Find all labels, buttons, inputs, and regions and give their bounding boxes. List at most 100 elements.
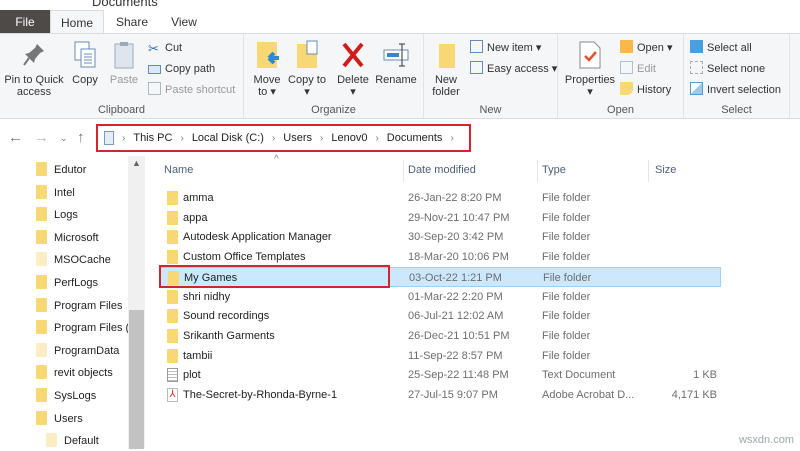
file-type: File folder: [542, 231, 591, 244]
tab-view[interactable]: View: [160, 10, 208, 34]
watermark: wsxdn.com: [738, 434, 794, 446]
file-row[interactable]: tambii 11-Sep-22 8:57 PM File folder: [160, 346, 721, 366]
file-row[interactable]: plot 25-Sep-22 11:48 PM Text Document 1 KB: [160, 365, 721, 385]
paste-shortcut-icon: [148, 82, 161, 95]
forward-arrow-icon[interactable]: →: [34, 129, 49, 146]
open-button[interactable]: Open ▾: [620, 40, 673, 56]
invert-selection-button[interactable]: Invert selection: [690, 82, 781, 98]
file-row[interactable]: Sound recordings 06-Jul-21 12:02 AM File f…: [160, 306, 721, 326]
pin-to-quick-access-button[interactable]: Pin to Quick access: [2, 40, 66, 98]
breadcrumb-users[interactable]: Users: [283, 132, 312, 144]
copy-path-icon: [148, 65, 161, 74]
move-to-button[interactable]: Move to ▾: [248, 40, 286, 98]
back-arrow-icon[interactable]: ←: [8, 129, 23, 146]
recent-locations-chevron-icon[interactable]: ⌄: [60, 133, 68, 144]
tab-share[interactable]: Share: [108, 10, 156, 34]
sidebar-item[interactable]: SysLogs: [36, 386, 128, 406]
copy-button[interactable]: Copy: [68, 40, 102, 86]
sidebar-item[interactable]: Logs: [36, 205, 128, 225]
chevron-right-icon[interactable]: ›: [375, 133, 378, 144]
file-date: 18-Mar-20 10:06 PM: [408, 251, 509, 264]
file-type: File folder: [542, 290, 591, 303]
column-divider[interactable]: [537, 160, 538, 182]
folder-icon: [167, 210, 178, 225]
open-group: Properties ▾ Open ▾ Edit History Open: [558, 34, 684, 118]
history-button[interactable]: History: [620, 82, 671, 98]
properties-button[interactable]: Properties ▾: [562, 40, 618, 98]
file-row[interactable]: Autodesk Application Manager 30-Sep-20 3:…: [160, 227, 721, 247]
select-all-icon: [690, 40, 703, 53]
copy-to-button[interactable]: Copy to ▾: [288, 40, 326, 98]
sidebar-item[interactable]: MSOCache: [36, 250, 128, 270]
highlight-box: [159, 265, 390, 288]
file-row[interactable]: appa 29-Nov-21 10:47 PM File folder: [160, 208, 721, 228]
column-size[interactable]: Size: [655, 164, 676, 176]
copy-to-icon: [293, 40, 321, 70]
rename-button[interactable]: Rename: [374, 40, 418, 86]
invert-selection-icon: [690, 82, 703, 95]
chevron-right-icon[interactable]: ›: [272, 133, 275, 144]
up-arrow-icon[interactable]: ↑: [77, 129, 85, 146]
sidebar-item[interactable]: Users: [36, 409, 128, 429]
folder-icon: [167, 191, 178, 205]
sidebar-item[interactable]: revit objects: [36, 363, 128, 383]
file-row[interactable]: Srikanth Garments 26-Dec-21 10:51 PM File …: [160, 326, 721, 346]
breadcrumb-lenov0[interactable]: Lenov0: [331, 132, 367, 144]
folder-icon: [167, 289, 178, 304]
new-item-icon: [470, 40, 483, 53]
edit-button[interactable]: Edit: [620, 61, 656, 77]
title-bar: Documents: [0, 0, 800, 10]
column-name[interactable]: Name: [164, 164, 193, 176]
file-date: 06-Jul-21 12:02 AM: [408, 310, 504, 323]
sidebar-item-label: Program Files: [54, 299, 123, 312]
new-folder-button[interactable]: New folder: [428, 40, 464, 98]
file-row[interactable]: amma 26-Jan-22 8:20 PM File folder: [160, 188, 721, 208]
column-date-modified[interactable]: Date modified: [408, 164, 476, 176]
file-type: File folder: [542, 192, 591, 204]
breadcrumb-local-disk[interactable]: Local Disk (C:): [192, 132, 264, 144]
copy-path-button[interactable]: Copy path: [148, 61, 215, 77]
sidebar-item[interactable]: Program Files (: [36, 318, 128, 338]
new-item-button[interactable]: New item ▾: [470, 40, 541, 56]
cut-button[interactable]: ✂ Cut: [148, 40, 182, 56]
column-type[interactable]: Type: [542, 164, 566, 176]
paste-shortcut-button[interactable]: Paste shortcut: [148, 82, 235, 98]
sidebar-item[interactable]: Default: [46, 431, 138, 451]
file-row[interactable]: shri nidhy 01-Mar-22 2:20 PM File folder: [160, 287, 721, 307]
chevron-right-icon[interactable]: ›: [122, 133, 125, 144]
sidebar-item-label: Edutor: [54, 164, 87, 176]
text-file-icon: [167, 368, 178, 383]
scroll-up-icon[interactable]: ▲: [132, 158, 141, 168]
chevron-right-icon[interactable]: ›: [320, 133, 323, 144]
delete-x-icon: [339, 40, 367, 70]
breadcrumb[interactable]: › This PC › Local Disk (C:) › Users › Lenov…: [96, 124, 471, 152]
delete-button[interactable]: Delete ▾: [334, 40, 372, 98]
breadcrumb-documents[interactable]: Documents: [387, 132, 443, 144]
column-divider[interactable]: [403, 160, 404, 182]
tab-file[interactable]: File: [0, 10, 50, 34]
easy-access-button[interactable]: Easy access ▾: [470, 61, 557, 77]
tab-home[interactable]: Home: [50, 10, 104, 34]
sidebar-item[interactable]: Intel: [36, 183, 128, 203]
sidebar-item[interactable]: PerfLogs: [36, 273, 128, 293]
breadcrumb-this-pc[interactable]: This PC: [133, 132, 172, 144]
chevron-right-icon[interactable]: ›: [180, 133, 183, 144]
file-date: 25-Sep-22 11:48 PM: [408, 369, 509, 382]
column-divider[interactable]: [648, 160, 649, 182]
select-none-button[interactable]: Select none: [690, 61, 765, 77]
sidebar-item[interactable]: ProgramData: [36, 341, 128, 361]
scrollbar-thumb[interactable]: [129, 310, 144, 449]
clipboard-group-label: Clipboard: [97, 104, 146, 116]
folder-icon: [46, 433, 57, 448]
sidebar-item[interactable]: Edutor: [36, 160, 128, 180]
ribbon: Pin to Quick access Copy Paste ✂ Cut Copy…: [0, 33, 800, 119]
sidebar-item[interactable]: Program Files: [36, 296, 128, 316]
select-all-button[interactable]: Select all: [690, 40, 752, 56]
sidebar-item[interactable]: Microsoft: [36, 228, 128, 248]
folder-icon: [36, 207, 47, 222]
chevron-right-icon[interactable]: ›: [450, 133, 453, 144]
folder-icon: [167, 309, 178, 324]
file-row[interactable]: ⅄ The-Secret-by-Rhonda-Byrne-1 27-Jul-15 9…: [160, 385, 721, 405]
paste-button[interactable]: Paste: [106, 40, 142, 86]
file-name: The-Secret-by-Rhonda-Byrne-1: [183, 389, 338, 401]
